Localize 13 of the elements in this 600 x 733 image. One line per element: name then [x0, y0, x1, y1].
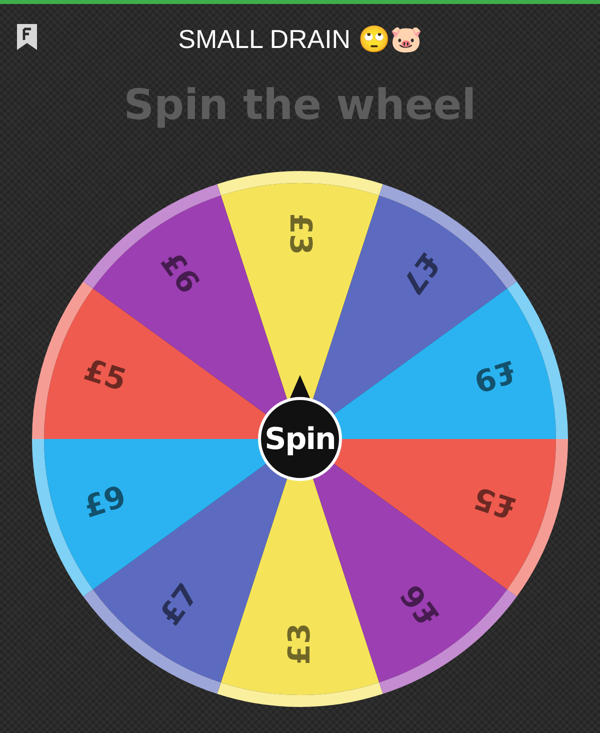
segment-label: £6 — [153, 246, 206, 300]
segment-label: £3 — [282, 213, 318, 255]
segment-label: £5 — [80, 352, 130, 399]
page-heading: Spin the wheel — [122, 79, 478, 129]
segment-label: £3 — [282, 623, 318, 665]
header-title: SMALL DRAIN 🙄🐷 — [178, 24, 422, 54]
segment-label: £7 — [394, 246, 447, 300]
segment-label: £9 — [470, 352, 520, 399]
segment-label: £5 — [470, 479, 520, 526]
segment-label: £9 — [80, 479, 130, 526]
segment-label: £6 — [394, 578, 447, 632]
segment-label: £7 — [153, 578, 206, 632]
bookmark-icon[interactable] — [15, 22, 39, 52]
